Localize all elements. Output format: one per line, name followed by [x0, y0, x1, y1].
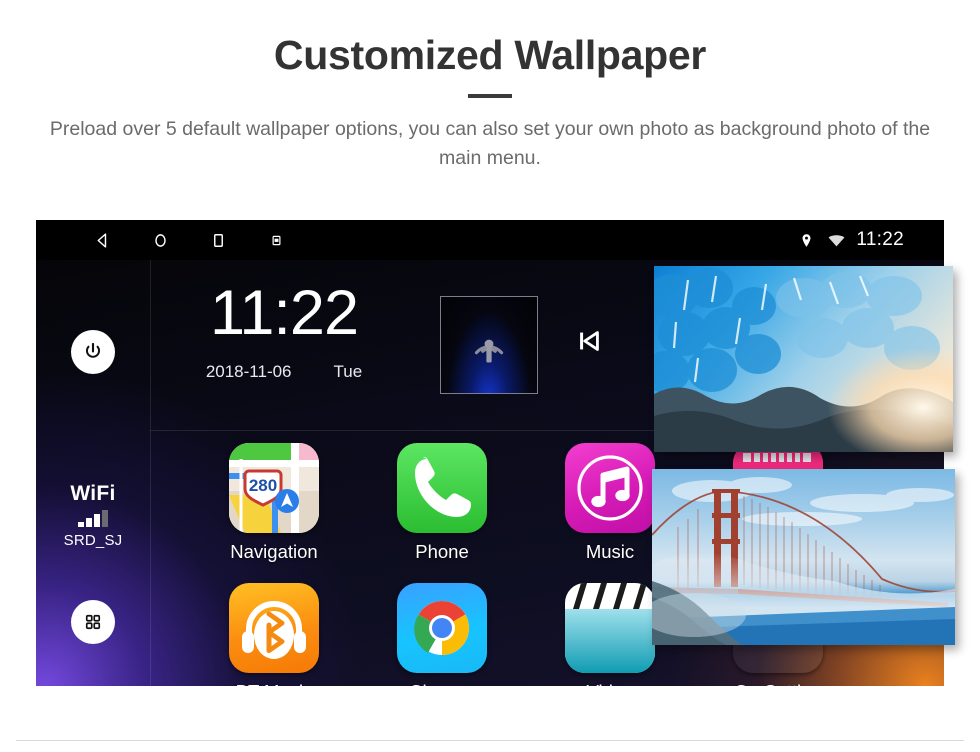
wifi-signal-bars [76, 510, 110, 527]
home-icon[interactable] [150, 230, 170, 250]
page-title: Customized Wallpaper [273, 32, 707, 78]
back-icon[interactable] [92, 230, 112, 250]
clock-meta: 2018-11-06 Tue [150, 362, 418, 382]
all-apps-icon [85, 614, 101, 630]
ice-cave-wallpaper[interactable] [654, 266, 953, 452]
clapperboard-icon [565, 583, 655, 673]
app-navigation[interactable]: 280 Navigation [190, 443, 358, 563]
recents-icon[interactable] [208, 230, 228, 250]
power-button[interactable] [71, 330, 115, 374]
previous-track-icon [580, 331, 599, 351]
radio-broadcast-icon [474, 339, 504, 363]
app-label: Video [526, 681, 694, 686]
app-label: Navigation [230, 541, 318, 562]
screenshot-icon[interactable] [266, 230, 286, 250]
page-subtitle: Preload over 5 default wallpaper options… [49, 118, 931, 169]
golden-gate-bridge-wallpaper[interactable] [652, 469, 955, 645]
android-status-bar: 11:22 [36, 220, 944, 260]
svg-text:280: 280 [249, 476, 277, 495]
wifi-label: WiFi [70, 482, 116, 505]
chrome-icon [397, 583, 487, 673]
power-icon [86, 342, 100, 358]
app-label: Chrome [358, 681, 526, 686]
media-album-art [440, 296, 538, 394]
location-pin-icon [796, 230, 816, 250]
app-label: Phone [415, 541, 469, 562]
phone-handset-icon [397, 443, 487, 533]
clock-weekday: Tue [333, 362, 363, 381]
wifi-status[interactable]: WiFi SRD_SJ [36, 482, 150, 549]
app-label: BT Music [190, 681, 358, 686]
app-label: CarSetting [694, 681, 862, 686]
bottom-divider [16, 740, 964, 741]
bluetooth-headphones-icon [229, 583, 319, 673]
clock-date: 2018-11-06 [205, 362, 292, 381]
app-phone[interactable]: Phone [358, 443, 526, 563]
maps-icon: 280 [229, 443, 319, 533]
ice-cave-art [654, 266, 953, 452]
app-bt-music[interactable]: BT Music [190, 583, 358, 686]
status-bar-nav-group [92, 220, 286, 260]
previous-track-button[interactable] [574, 326, 604, 362]
golden-gate-art [652, 469, 955, 645]
title-divider [468, 94, 512, 98]
all-apps-button[interactable] [71, 600, 115, 644]
status-bar-clock: 11:22 [856, 229, 904, 250]
status-bar-indicator-group: 11:22 [796, 220, 904, 260]
left-rail: WiFi SRD_SJ [36, 260, 150, 686]
music-note-icon [565, 443, 655, 533]
wifi-icon [826, 230, 846, 250]
clock-widget[interactable]: 11:22 2018-11-06 Tue [150, 260, 418, 430]
wifi-ssid: SRD_SJ [63, 532, 123, 549]
clock-time: 11:22 [210, 278, 359, 348]
app-chrome[interactable]: Chrome [358, 583, 526, 686]
